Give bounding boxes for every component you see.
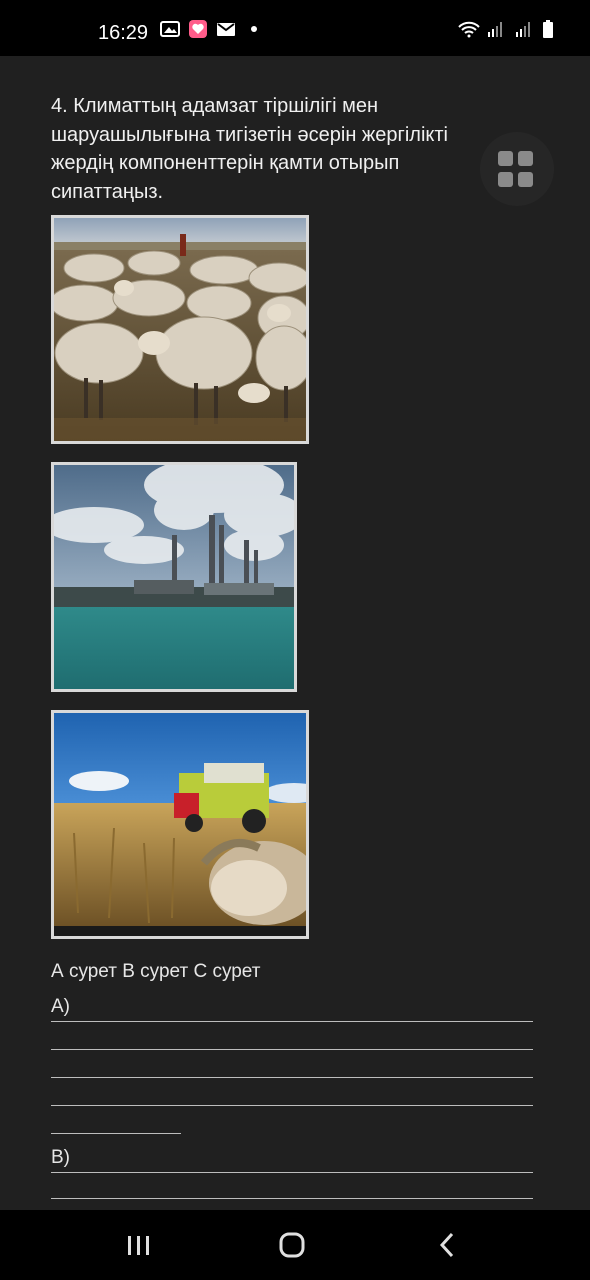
answer-line-a[interactable]: А)	[51, 993, 533, 1022]
mail-icon	[216, 20, 236, 38]
answer-line-b[interactable]: В)	[51, 1144, 533, 1173]
grid-view-button[interactable]	[480, 132, 554, 206]
sheep-flock-photo	[51, 215, 309, 444]
back-button[interactable]	[416, 1224, 476, 1266]
industrial-plant-photo	[51, 462, 297, 692]
image-caption: А сурет В сурет С сурет	[51, 961, 261, 982]
image-icon	[160, 20, 180, 38]
signal-1-icon	[486, 20, 506, 38]
wifi-icon	[458, 20, 480, 38]
wheat-harvester-photo	[51, 710, 309, 939]
battery-icon	[542, 20, 562, 38]
answer-line[interactable]	[51, 1021, 533, 1050]
question-text: 4. Климаттың адамзат тіршілігі мен шаруа…	[51, 95, 448, 203]
status-system-icons	[458, 20, 562, 38]
answer-line[interactable]	[51, 1170, 533, 1199]
answer-line-end[interactable]	[51, 1105, 181, 1134]
heart-app-icon	[188, 20, 208, 38]
back-icon	[439, 1232, 454, 1258]
dot-icon	[244, 20, 264, 38]
status-notification-icons	[160, 20, 264, 38]
navigation-bar	[0, 1210, 590, 1280]
status-time: 16:29	[98, 22, 149, 44]
answer-line[interactable]	[51, 1049, 533, 1078]
main-content[interactable]: 4. Климаттың адамзат тіршілігі мен шаруа…	[0, 56, 590, 1210]
status-bar: 16:29	[0, 0, 590, 56]
answer-label-a: А)	[51, 996, 70, 1017]
recent-apps-button[interactable]	[109, 1224, 169, 1266]
home-icon	[279, 1232, 305, 1258]
answer-label-b: В)	[51, 1147, 70, 1168]
answer-line[interactable]	[51, 1077, 533, 1106]
home-button[interactable]	[262, 1224, 322, 1266]
signal-2-icon	[514, 20, 534, 38]
recent-apps-icon	[128, 1236, 149, 1255]
